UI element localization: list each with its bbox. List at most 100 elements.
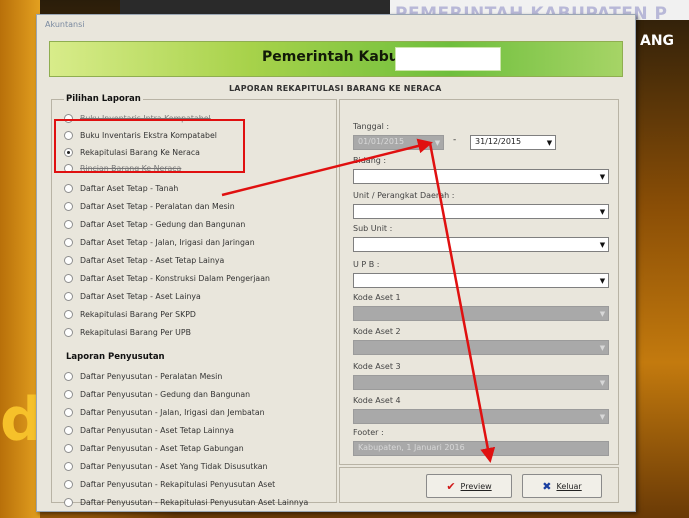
option-aset-peralatan-mesin[interactable]: Daftar Aset Tetap - Peralatan dan Mesin (64, 200, 235, 212)
unit-select[interactable]: ▼ (353, 204, 609, 219)
option-label: Rekapitulasi Barang Per UPB (80, 327, 191, 337)
option-aset-tetap-lainya[interactable]: Daftar Aset Tetap - Aset Tetap Lainya (64, 254, 224, 266)
option-label: Daftar Aset Tetap - Konstruksi Dalam Pen… (80, 273, 270, 283)
tanggal-label: Tanggal : (353, 122, 390, 131)
subunit-label: Sub Unit : (353, 224, 393, 233)
laporan-penyusutan-legend: Laporan Penyusutan (64, 352, 167, 362)
subunit-select[interactable]: ▼ (353, 237, 609, 252)
date-from-picker[interactable]: 01/01/2015 ▼ (353, 135, 444, 150)
header-banner: Pemerintah Kabupaten (49, 41, 623, 77)
radio-button[interactable] (64, 425, 73, 435)
filter-group: Tanggal : 01/01/2015 ▼ - 31/12/2015 ▼ Bi… (339, 99, 619, 465)
option-label: Rekapitulasi Barang Per SKPD (80, 309, 196, 319)
pilihan-laporan-legend: Pilihan Laporan (64, 94, 143, 104)
akuntansi-window: Akuntansi Pemerintah Kabupaten LAPORAN R… (36, 14, 636, 512)
upb-label: U P B : (353, 260, 380, 269)
option-label: Daftar Penyusutan - Peralatan Mesin (80, 371, 223, 381)
radio-button[interactable] (64, 371, 73, 381)
exit-icon: ✖ (542, 479, 552, 493)
chevron-down-icon[interactable]: ▼ (545, 137, 554, 148)
bidang-select[interactable]: ▼ (353, 169, 609, 184)
radio-button[interactable] (64, 443, 73, 453)
kode-aset-3-label: Kode Aset 3 (353, 362, 401, 371)
checkmark-icon: ✔ (446, 479, 456, 493)
kode-aset-1-select: ▼ (353, 306, 609, 321)
option-label: Daftar Aset Tetap - Gedung dan Bangunan (80, 219, 246, 229)
radio-button[interactable] (64, 255, 73, 265)
kode-aset-3-select: ▼ (353, 375, 609, 390)
chevron-down-icon: ▼ (599, 343, 606, 352)
option-label: Daftar Aset Tetap - Tanah (80, 183, 179, 193)
radio-button[interactable] (64, 309, 73, 319)
chevron-down-icon[interactable]: ▼ (598, 275, 607, 286)
radio-button[interactable] (64, 201, 73, 211)
radio-button[interactable] (64, 237, 73, 247)
date-from-value: 01/01/2015 (358, 137, 405, 146)
chevron-down-icon[interactable]: ▼ (598, 171, 607, 182)
chevron-down-icon: ▼ (599, 412, 606, 421)
report-heading: LAPORAN REKAPITULASI BARANG KE NERACA (229, 84, 442, 93)
window-title: Akuntansi (45, 20, 85, 29)
background-subtitle: ANG (640, 33, 675, 49)
option-label: Daftar Penyusutan - Aset Tetap Lainnya (80, 425, 234, 435)
chevron-down-icon[interactable]: ▼ (598, 239, 607, 250)
option-susut-tidak-disusutkan[interactable]: Daftar Penyusutan - Aset Yang Tidak Disu… (64, 460, 267, 472)
kode-aset-2-label: Kode Aset 2 (353, 327, 401, 336)
option-label: Daftar Aset Tetap - Peralatan dan Mesin (80, 201, 235, 211)
chevron-down-icon[interactable]: ▼ (598, 206, 607, 217)
option-susut-aset-tetap-lainnya[interactable]: Daftar Penyusutan - Aset Tetap Lainnya (64, 424, 234, 436)
option-aset-gedung-bangunan[interactable]: Daftar Aset Tetap - Gedung dan Bangunan (64, 218, 245, 230)
option-aset-lainya[interactable]: Daftar Aset Tetap - Aset Lainya (64, 290, 201, 302)
option-susut-rekap-aset[interactable]: Daftar Penyusutan - Rekapitulasi Penyusu… (64, 478, 275, 490)
radio-button[interactable] (64, 461, 73, 471)
button-bar: ✔ Preview ✖ Keluar (339, 467, 619, 503)
footer-input[interactable]: Kabupaten, 1 Januari 2016 (353, 441, 609, 456)
option-susut-gedung-bangunan[interactable]: Daftar Penyusutan - Gedung dan Bangunan (64, 388, 250, 400)
radio-button[interactable] (64, 273, 73, 283)
radio-button[interactable] (64, 327, 73, 337)
option-label: Daftar Aset Tetap - Jalan, Irigasi dan J… (80, 237, 255, 247)
radio-button[interactable] (64, 219, 73, 229)
option-label: Daftar Penyusutan - Gedung dan Bangunan (80, 389, 251, 399)
kode-aset-4-label: Kode Aset 4 (353, 396, 401, 405)
chevron-down-icon[interactable]: ▼ (433, 137, 442, 148)
unit-label: Unit / Perangkat Daerah : (353, 191, 455, 200)
kode-aset-4-select: ▼ (353, 409, 609, 424)
option-susut-aset-gabungan[interactable]: Daftar Penyusutan - Aset Tetap Gabungan (64, 442, 244, 454)
option-label: Daftar Aset Tetap - Aset Lainya (80, 291, 201, 301)
date-to-picker[interactable]: 31/12/2015 ▼ (470, 135, 556, 150)
option-label: Daftar Penyusutan - Aset Tetap Gabungan (80, 443, 244, 453)
radio-button[interactable] (64, 389, 73, 399)
radio-button[interactable] (64, 479, 73, 489)
option-rekap-per-upb[interactable]: Rekapitulasi Barang Per UPB (64, 326, 191, 338)
radio-button[interactable] (64, 407, 73, 417)
footer-value: Kabupaten, 1 Januari 2016 (358, 443, 465, 452)
radio-button[interactable] (64, 291, 73, 301)
footer-label: Footer : (353, 428, 384, 437)
option-label: Daftar Penyusutan - Rekapitulasi Penyusu… (80, 497, 309, 507)
date-to-value: 31/12/2015 (475, 137, 522, 146)
option-susut-peralatan-mesin[interactable]: Daftar Penyusutan - Peralatan Mesin (64, 370, 222, 382)
highlight-box (54, 119, 245, 173)
option-aset-konstruksi[interactable]: Daftar Aset Tetap - Konstruksi Dalam Pen… (64, 272, 270, 284)
kode-aset-1-label: Kode Aset 1 (353, 293, 401, 302)
option-rekap-per-skpd[interactable]: Rekapitulasi Barang Per SKPD (64, 308, 196, 320)
option-aset-tanah[interactable]: Daftar Aset Tetap - Tanah (64, 182, 178, 194)
option-aset-jalan-irigasi[interactable]: Daftar Aset Tetap - Jalan, Irigasi dan J… (64, 236, 255, 248)
option-label: Daftar Aset Tetap - Aset Tetap Lainya (80, 255, 225, 265)
keluar-button[interactable]: ✖ Keluar (522, 474, 602, 498)
preview-button[interactable]: ✔ Preview (426, 474, 512, 498)
radio-button[interactable] (64, 497, 73, 507)
bidang-label: Bidang : (353, 156, 387, 165)
option-susut-jalan-irigasi[interactable]: Daftar Penyusutan - Jalan, Irigasi dan J… (64, 406, 265, 418)
option-susut-rekap-aset-lainnya[interactable]: Daftar Penyusutan - Rekapitulasi Penyusu… (64, 496, 308, 508)
chevron-down-icon: ▼ (599, 309, 606, 318)
option-label: Daftar Penyusutan - Jalan, Irigasi dan J… (80, 407, 265, 417)
radio-button[interactable] (64, 183, 73, 193)
option-label: Daftar Penyusutan - Aset Yang Tidak Disu… (80, 461, 268, 471)
chevron-down-icon: ▼ (599, 378, 606, 387)
upb-select[interactable]: ▼ (353, 273, 609, 288)
banner-name-box (395, 47, 501, 71)
keluar-button-label: Keluar (556, 481, 582, 491)
preview-button-label: Preview (460, 481, 492, 491)
